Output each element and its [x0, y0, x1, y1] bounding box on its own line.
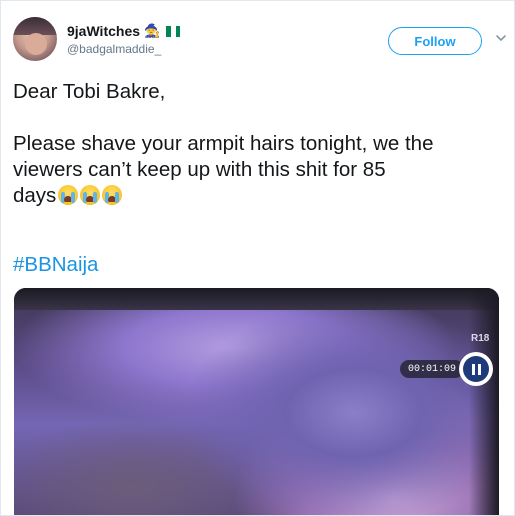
avatar-face	[25, 33, 47, 55]
tweet-line: days	[13, 183, 508, 209]
rating-badge: R18	[471, 333, 490, 344]
nigeria-flag-icon	[166, 25, 181, 37]
pause-button[interactable]	[459, 352, 493, 386]
pause-icon	[463, 356, 489, 382]
wizard-emoji-icon: 🧙	[144, 23, 161, 38]
tweet-line: viewers can’t keep up with this shit for…	[13, 158, 386, 181]
crying-emojis	[58, 185, 123, 205]
display-name[interactable]: 9jaWitches	[67, 23, 140, 39]
name-row: 9jaWitches 🧙	[67, 23, 181, 39]
tweet-card: 9jaWitches 🧙 @badgalmaddie_ Follow Dear …	[0, 0, 515, 516]
loudly-crying-face-icon	[102, 185, 123, 205]
hashtag-link[interactable]: #BBNaija	[13, 253, 98, 277]
video-player[interactable]: R18 00:01:09	[14, 288, 499, 515]
user-avatar[interactable]	[13, 17, 57, 61]
tweet-line: Dear Tobi Bakre,	[13, 80, 166, 103]
loudly-crying-face-icon	[80, 185, 101, 205]
user-handle[interactable]: @badgalmaddie_	[67, 42, 161, 56]
loudly-crying-face-icon	[58, 185, 79, 205]
video-timestamp: 00:01:09	[400, 360, 465, 378]
chevron-down-icon[interactable]	[495, 32, 507, 44]
video-frame	[14, 288, 499, 515]
video-top-bar	[14, 288, 499, 310]
tweet-body: Dear Tobi Bakre, Please shave your armpi…	[13, 79, 508, 209]
follow-button[interactable]: Follow	[388, 27, 482, 55]
tweet-line: Please shave your armpit hairs tonight, …	[13, 132, 434, 155]
